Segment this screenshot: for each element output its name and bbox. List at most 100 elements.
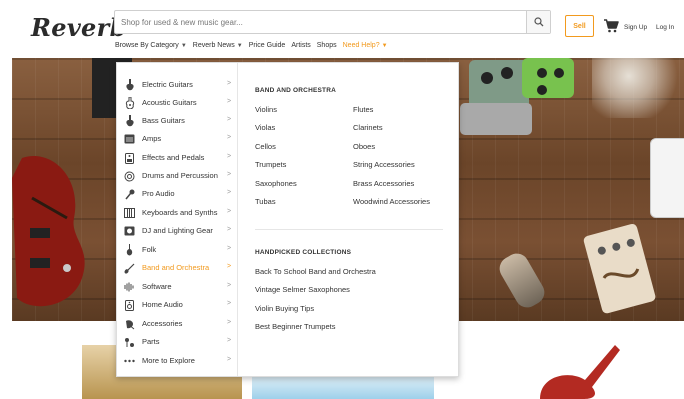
submenu-link-woodwind-accessories[interactable]: Woodwind Accessories xyxy=(353,197,430,206)
chevron-right-icon: > xyxy=(227,171,232,178)
submenu-link-flutes[interactable]: Flutes xyxy=(353,105,373,114)
category-item-drums-and-percussion[interactable]: Drums and Percussion > xyxy=(117,167,238,185)
category-label: Acoustic Guitars xyxy=(142,98,197,107)
search-bar xyxy=(114,10,551,34)
collection-link[interactable]: Best Beginner Trumpets xyxy=(255,322,335,331)
submenu-link-cellos[interactable]: Cellos xyxy=(255,142,276,151)
search-input[interactable] xyxy=(115,11,525,33)
chevron-right-icon: > xyxy=(227,116,232,123)
site-header: Reverb Browse By Category ▼ Reverb News … xyxy=(0,0,684,58)
category-label: More to Explore xyxy=(142,356,195,365)
cart-button[interactable] xyxy=(603,19,619,38)
hero-decoration xyxy=(592,58,684,118)
search-icon xyxy=(533,17,543,27)
submenu-link-brass-accessories[interactable]: Brass Accessories xyxy=(353,179,414,188)
log-in-link[interactable]: Log In xyxy=(656,24,674,31)
chevron-right-icon: > xyxy=(227,319,232,326)
reverb-news-link[interactable]: Reverb News xyxy=(193,42,235,49)
hero-tuner-image xyxy=(650,138,684,218)
browse-by-category-link[interactable]: Browse By Category xyxy=(115,42,179,49)
category-label: Parts xyxy=(142,337,160,346)
chevron-right-icon: > xyxy=(227,300,232,307)
category-label: Folk xyxy=(142,245,157,254)
category-label: Drums and Percussion xyxy=(142,171,218,180)
shops-link[interactable]: Shops xyxy=(317,42,337,49)
category-item-software[interactable]: Software > xyxy=(117,278,238,296)
chevron-right-icon: > xyxy=(227,98,232,105)
submenu-link-string-accessories[interactable]: String Accessories xyxy=(353,160,415,169)
category-item-band-and-orchestra[interactable]: Band and Orchestra > xyxy=(117,259,238,277)
featured-tile-right[interactable] xyxy=(530,345,620,399)
category-item-pro-audio[interactable]: Pro Audio > xyxy=(117,185,238,203)
reverb-logo[interactable]: Reverb xyxy=(31,13,127,42)
chevron-right-icon: > xyxy=(227,153,232,160)
category-item-effects-and-pedals[interactable]: Effects and Pedals > xyxy=(117,149,238,167)
folk-icon xyxy=(124,244,135,256)
violin-icon xyxy=(124,262,135,274)
submenu-link-saxophones[interactable]: Saxophones xyxy=(255,179,297,188)
main-nav: Browse By Category ▼ Reverb News ▼ Price… xyxy=(115,42,394,49)
hero-guitar-image xyxy=(12,156,85,307)
chevron-right-icon: > xyxy=(227,356,232,363)
category-item-more-to-explore[interactable]: More to Explore > xyxy=(117,352,238,370)
category-item-folk[interactable]: Folk > xyxy=(117,241,238,259)
chevron-right-icon: > xyxy=(227,226,232,233)
category-label: Effects and Pedals xyxy=(142,153,205,162)
collection-link[interactable]: Back To School Band and Orchestra xyxy=(255,267,376,276)
category-item-parts[interactable]: Parts > xyxy=(117,333,238,351)
sell-button[interactable]: Sell xyxy=(565,15,594,37)
category-item-dj-and-lighting-gear[interactable]: DJ and Lighting Gear > xyxy=(117,222,238,240)
submenu-link-clarinets[interactable]: Clarinets xyxy=(353,123,383,132)
chevron-right-icon: > xyxy=(227,263,232,270)
hero-gray-pedal-image xyxy=(460,103,532,135)
chevron-right-icon: > xyxy=(227,245,232,252)
chevron-down-icon: ▼ xyxy=(180,42,187,49)
sign-up-link[interactable]: Sign Up xyxy=(624,24,647,31)
hero-microphone-image xyxy=(495,249,549,312)
dj-icon xyxy=(124,225,135,237)
category-item-bass-guitars[interactable]: Bass Guitars > xyxy=(117,112,238,130)
submenu-link-violas[interactable]: Violas xyxy=(255,123,275,132)
submenu-link-violins[interactable]: Violins xyxy=(255,105,277,114)
acoustic-guitar-icon xyxy=(124,97,135,109)
more-icon xyxy=(124,355,135,367)
category-label: Bass Guitars xyxy=(142,116,185,125)
collection-link[interactable]: Violin Buying Tips xyxy=(255,304,314,313)
chevron-right-icon: > xyxy=(227,134,232,141)
bass-guitar-icon xyxy=(124,115,135,127)
category-item-accessories[interactable]: Accessories > xyxy=(117,315,238,333)
category-item-home-audio[interactable]: Home Audio > xyxy=(117,296,238,314)
category-item-amps[interactable]: Amps > xyxy=(117,130,238,148)
featured-guitar-image xyxy=(540,345,620,399)
software-icon xyxy=(124,281,135,293)
accessories-icon xyxy=(124,318,135,330)
chevron-right-icon: > xyxy=(227,189,232,196)
category-item-keyboards-and-synths[interactable]: Keyboards and Synths > xyxy=(117,204,238,222)
collection-link[interactable]: Vintage Selmer Saxophones xyxy=(255,285,350,294)
category-item-electric-guitars[interactable]: Electric Guitars > xyxy=(117,76,238,94)
submenu-link-tubas[interactable]: Tubas xyxy=(255,197,276,206)
search-button[interactable] xyxy=(526,11,550,33)
chevron-right-icon: > xyxy=(227,80,232,87)
need-help-link[interactable]: Need Help? xyxy=(343,42,380,49)
category-dropdown: Electric Guitars > Acoustic Guitars > Ba… xyxy=(116,62,459,377)
category-label: Home Audio xyxy=(142,300,183,309)
price-guide-link[interactable]: Price Guide xyxy=(249,42,286,49)
artists-link[interactable]: Artists xyxy=(291,42,310,49)
drum-icon xyxy=(124,170,135,182)
electric-guitar-icon xyxy=(124,79,135,91)
submenu-link-oboes[interactable]: Oboes xyxy=(353,142,375,151)
chevron-down-icon: ▼ xyxy=(381,42,388,49)
category-label: DJ and Lighting Gear xyxy=(142,226,213,235)
submenu-link-trumpets[interactable]: Trumpets xyxy=(255,160,286,169)
category-list: Electric Guitars > Acoustic Guitars > Ba… xyxy=(117,63,238,376)
chevron-right-icon: > xyxy=(227,282,232,289)
band-and-orchestra-heading: BAND AND ORCHESTRA xyxy=(255,87,336,94)
amp-icon xyxy=(124,133,135,145)
handpicked-collections-heading: HANDPICKED COLLECTIONS xyxy=(255,249,352,256)
chevron-right-icon: > xyxy=(227,337,232,344)
microphone-icon xyxy=(124,188,135,200)
hero-luxe-pedal-image xyxy=(583,224,656,314)
chevron-down-icon: ▼ xyxy=(236,42,243,49)
category-item-acoustic-guitars[interactable]: Acoustic Guitars > xyxy=(117,94,238,112)
